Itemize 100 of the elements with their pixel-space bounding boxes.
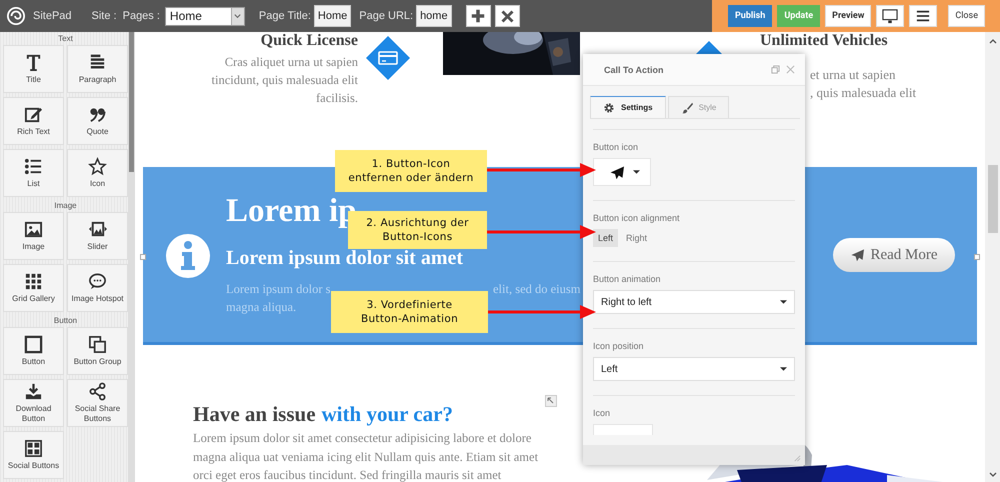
section-heading: Button — [52, 315, 78, 327]
widget-tile[interactable]: Social Share Buttons — [67, 379, 128, 427]
add-button[interactable] — [466, 5, 491, 27]
section-heading: Image — [53, 200, 78, 212]
widget-tile[interactable]: Download Button — [3, 379, 64, 427]
caret-icon — [780, 300, 787, 304]
field-label: Icon — [593, 408, 612, 418]
scrollbar-thumb[interactable] — [988, 165, 998, 233]
feature-title: Unlimited Vehicles — [760, 33, 889, 49]
feature-text: et urna ut sapien — [810, 66, 896, 84]
restore-icon[interactable] — [771, 65, 780, 74]
scrollbar[interactable] — [128, 32, 135, 482]
chat-bubble-icon — [88, 272, 107, 291]
widget-tile[interactable]: Rich Text — [3, 97, 64, 145]
paper-plane-icon — [850, 248, 864, 262]
read-more-button[interactable]: Read More — [833, 238, 955, 272]
cta-text: elit, sed do eiusm — [493, 280, 580, 298]
cta-text: Lorem ipsum dolor s — [226, 280, 332, 298]
section-heading: Text — [57, 33, 74, 45]
brush-icon — [680, 102, 693, 114]
square-icon — [24, 335, 43, 354]
social-icon — [24, 439, 43, 458]
callout-note: 2. Ausrichtung der Button-Icons — [348, 211, 487, 249]
publish-button[interactable]: Publish — [728, 5, 772, 27]
alignment-option[interactable]: Right — [621, 229, 652, 247]
field-label: Button animation — [593, 274, 662, 284]
menu-icon — [916, 9, 930, 23]
preview-button[interactable]: Preview — [825, 5, 872, 27]
download-icon — [24, 382, 43, 401]
scroll-up-icon[interactable] — [988, 38, 996, 45]
grid-icon — [24, 272, 43, 291]
paper-plane-icon — [608, 164, 624, 180]
star-icon — [88, 157, 107, 176]
section-title: with your car? — [322, 402, 453, 426]
callout-note: 3. Vordefinierte Button-Animation — [331, 291, 488, 333]
text-icon — [24, 53, 43, 72]
menu-button[interactable] — [909, 5, 938, 27]
widget-tile[interactable]: List — [3, 149, 64, 197]
edit-icon — [24, 105, 43, 124]
resize-handle[interactable] — [140, 254, 146, 260]
widget-tile[interactable]: Image — [3, 212, 64, 260]
share-icon — [88, 382, 107, 401]
monitor-icon — [882, 8, 898, 24]
close-icon[interactable] — [786, 65, 795, 74]
widget-tile[interactable]: Button Group — [67, 327, 128, 375]
input-field[interactable] — [593, 424, 653, 435]
widget-tile[interactable]: Grid Gallery — [3, 264, 64, 312]
dropdown[interactable]: Left — [593, 357, 795, 381]
tab[interactable]: Settings — [590, 96, 666, 118]
page-title-label: Page Title: — [258, 10, 311, 22]
close-icon — [500, 8, 515, 24]
scroll-down-icon[interactable] — [988, 471, 996, 478]
cta-text: magna aliqua. — [226, 298, 296, 316]
field-label: Button icon — [593, 142, 640, 152]
feature-text: Cras aliquet urna ut sapien tincidunt, quis malesuada elit facilisis. — [210, 54, 358, 107]
app-name: SitePad — [33, 10, 72, 22]
body-text: Lorem ipsum dolor sit amet consectetur adipisicing labore et dolore magna aliqua uat veniama icing elit Nullam quis ante. Etiam sit amet orci eget eros faucibus tincidunt. Sed fringilla mauris sit amet — [193, 430, 540, 482]
gear-icon — [603, 102, 615, 114]
resize-handle[interactable] — [974, 254, 980, 260]
caret-icon — [632, 170, 640, 174]
page-url-label: Page URL: — [359, 10, 414, 22]
widget-tile[interactable]: Image Hotspot — [67, 264, 128, 312]
alignment-option[interactable]: Left — [593, 229, 618, 247]
feature-text: , quis malesuada elit — [810, 84, 916, 102]
chevron-icon — [233, 12, 242, 20]
device-button[interactable] — [876, 5, 904, 27]
credit-card-icon — [365, 35, 411, 81]
logo-icon — [7, 7, 25, 25]
widget-tile[interactable]: Social Buttons — [3, 431, 64, 479]
dialog-title: Call To Action — [604, 64, 664, 74]
scrollbar[interactable] — [985, 32, 1000, 482]
widget-tile[interactable]: Icon — [67, 149, 128, 197]
field-label: Button icon alignment — [593, 213, 681, 223]
pages-label: Pages : — [122, 10, 160, 22]
info-icon — [165, 232, 211, 278]
stacked-squares-icon — [88, 335, 107, 354]
slider-icon — [88, 220, 107, 239]
page-title-field[interactable]: Home — [314, 5, 352, 27]
callout-note: 1. Button-Icon entfernen oder ändern — [335, 150, 487, 192]
resize-icon[interactable] — [545, 395, 557, 407]
resize-grip-icon[interactable] — [793, 454, 801, 462]
site-label: Site : — [92, 10, 117, 22]
pages-dropdown[interactable]: Home — [164, 6, 245, 26]
field-label: Icon position — [593, 341, 645, 351]
icon-picker[interactable] — [593, 158, 651, 186]
list-icon — [24, 157, 43, 176]
widget-tile[interactable]: Paragraph — [67, 45, 128, 93]
widget-tile[interactable]: Button — [3, 327, 64, 375]
delete-button[interactable] — [494, 5, 520, 27]
page-url-field[interactable]: home — [416, 5, 452, 27]
feature-title: Quick License — [260, 33, 358, 49]
caret-icon — [780, 367, 787, 371]
widget-tile[interactable]: Title — [3, 45, 64, 93]
plus-icon — [470, 8, 486, 24]
widget-tile[interactable]: Slider — [67, 212, 128, 260]
image-icon — [24, 220, 43, 239]
close-button[interactable]: Close — [948, 5, 985, 27]
dropdown[interactable]: Right to left — [593, 290, 795, 314]
widget-tile[interactable]: Quote — [67, 97, 128, 145]
scrollbar-thumb[interactable] — [129, 32, 134, 172]
